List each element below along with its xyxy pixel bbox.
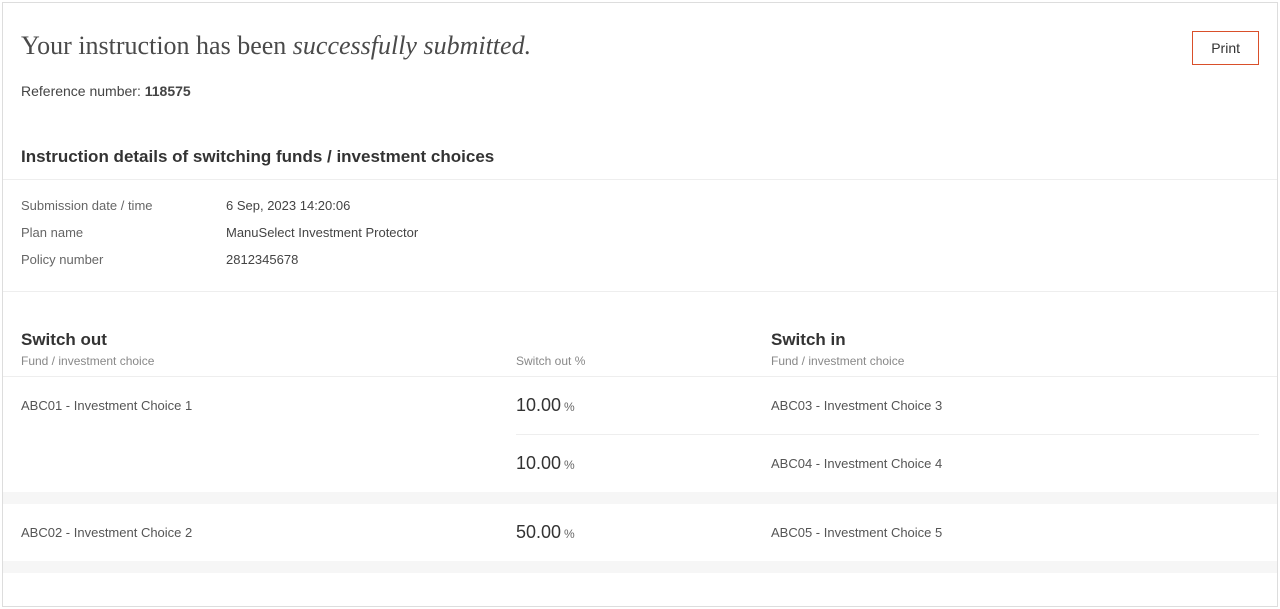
- detail-row-policy: Policy number 2812345678: [21, 246, 1259, 273]
- switch-row: ABC02 - Investment Choice 250.00%ABC05 -…: [3, 504, 1277, 561]
- section-title: Instruction details of switching funds /…: [3, 99, 1277, 180]
- switch-group: ABC02 - Investment Choice 250.00%ABC05 -…: [3, 504, 1277, 573]
- switch-out-sub: Fund / investment choice: [21, 354, 516, 368]
- pct-symbol: %: [564, 527, 575, 541]
- policy-label: Policy number: [21, 252, 226, 267]
- switch-out-fund: ABC02 - Investment Choice 2: [21, 525, 516, 540]
- col-header-in: Switch in Fund / investment choice: [771, 330, 1259, 368]
- switch-in-fund: ABC05 - Investment Choice 5: [771, 525, 1259, 540]
- title-italic: successfully submitted.: [293, 31, 531, 60]
- switch-out-pct: 10.00%: [516, 453, 771, 474]
- switch-table-header: Switch out Fund / investment choice . Sw…: [3, 292, 1277, 377]
- switch-in-fund: ABC03 - Investment Choice 3: [771, 398, 1259, 413]
- switch-row: ABC01 - Investment Choice 110.00%ABC03 -…: [3, 377, 1277, 434]
- plan-value: ManuSelect Investment Protector: [226, 225, 418, 240]
- instruction-details: Submission date / time 6 Sep, 2023 14:20…: [3, 180, 1277, 292]
- submission-value: 6 Sep, 2023 14:20:06: [226, 198, 350, 213]
- pct-symbol: %: [564, 400, 575, 414]
- switch-out-pct: 10.00%: [516, 395, 771, 416]
- switch-pct-label: Switch out %: [516, 354, 771, 368]
- col-header-pct: . Switch out %: [516, 330, 771, 368]
- header-row: Your instruction has been successfully s…: [3, 3, 1277, 65]
- pct-value: 10.00: [516, 395, 561, 415]
- switch-out-fund: ABC01 - Investment Choice 1: [21, 398, 516, 413]
- page-title: Your instruction has been successfully s…: [21, 31, 531, 61]
- plan-label: Plan name: [21, 225, 226, 240]
- switch-out-pct: 50.00%: [516, 522, 771, 543]
- switch-in-sub: Fund / investment choice: [771, 354, 1259, 368]
- policy-value: 2812345678: [226, 252, 298, 267]
- col-header-out: Switch out Fund / investment choice: [21, 330, 516, 368]
- switch-group: ABC01 - Investment Choice 110.00%ABC03 -…: [3, 377, 1277, 504]
- reference-label: Reference number:: [21, 83, 145, 99]
- switch-in-fund: ABC04 - Investment Choice 4: [771, 456, 1259, 471]
- switch-table-body: ABC01 - Investment Choice 110.00%ABC03 -…: [3, 377, 1277, 573]
- switch-out-title: Switch out: [21, 330, 516, 350]
- submission-label: Submission date / time: [21, 198, 226, 213]
- title-prefix: Your instruction has been: [21, 31, 293, 60]
- confirmation-panel: Your instruction has been successfully s…: [2, 2, 1278, 607]
- reference-value: 118575: [145, 83, 191, 99]
- reference-number: Reference number: 118575: [3, 65, 1277, 99]
- pct-symbol: %: [564, 458, 575, 472]
- pct-value: 50.00: [516, 522, 561, 542]
- pct-value: 10.00: [516, 453, 561, 473]
- switch-row: 10.00%ABC04 - Investment Choice 4: [3, 435, 1277, 492]
- detail-row-submission: Submission date / time 6 Sep, 2023 14:20…: [21, 192, 1259, 219]
- switch-in-title: Switch in: [771, 330, 1259, 350]
- print-button[interactable]: Print: [1192, 31, 1259, 65]
- detail-row-plan: Plan name ManuSelect Investment Protecto…: [21, 219, 1259, 246]
